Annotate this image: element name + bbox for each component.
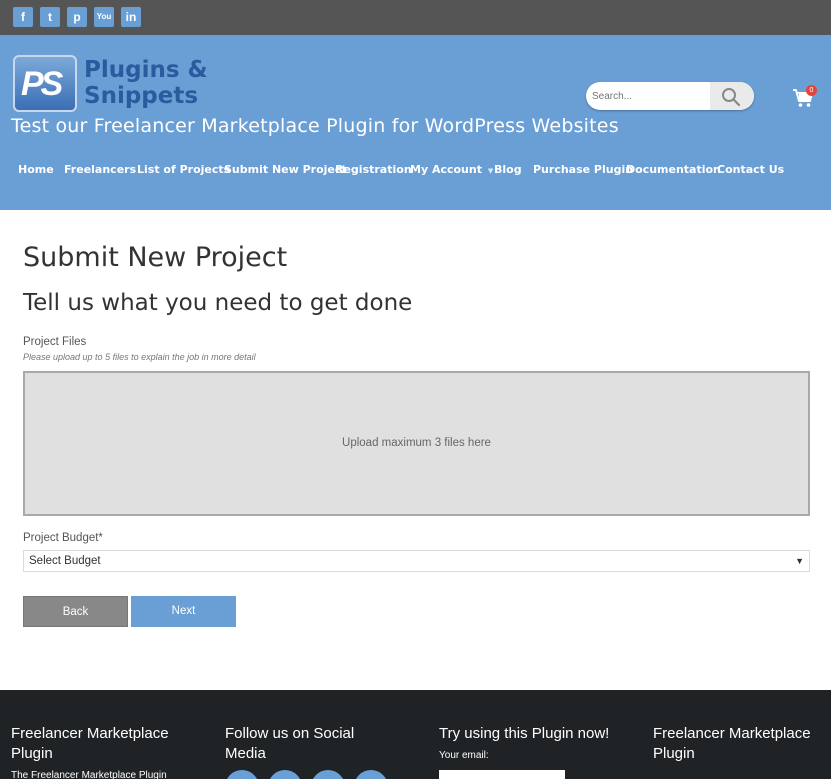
footer-email-input[interactable] [439,770,565,779]
logo[interactable]: PS [13,55,77,112]
site-header: PS Plugins & Snippets Test our Freelance… [0,35,831,210]
project-budget-label: Project Budget* [23,532,103,544]
search-icon [722,88,741,107]
search-input[interactable] [592,86,710,106]
logo-mark: PS [21,65,63,103]
nav-my-account-label: My Account [410,163,482,176]
nav-registration[interactable]: Registration [335,163,412,176]
footer-col4-title: Freelancer Marketplace Plugin [653,725,811,762]
project-files-label: Project Files [23,336,87,348]
search-box [586,82,754,110]
pinterest-icon[interactable]: p [67,7,87,27]
cart-count-badge: 0 [806,85,817,96]
facebook-icon[interactable]: f [13,7,33,27]
project-files-hint: Please upload up to 5 files to explain t… [23,352,256,362]
footer-col1-text: The Freelancer Marketplace Plugin [11,770,167,779]
dropzone-text: Upload maximum 3 files here [342,437,491,449]
file-upload-dropzone[interactable]: Upload maximum 3 files here [23,371,810,516]
linkedin-icon[interactable]: in [121,7,141,27]
search-button[interactable] [710,82,754,110]
site-footer: Freelancer Marketplace Plugin The Freela… [0,690,831,779]
nav-freelancers[interactable]: Freelancers [64,163,136,176]
next-button[interactable]: Next [131,596,236,627]
project-budget-select[interactable]: Select Budget ▼ [23,550,810,572]
chevron-down-icon: ▼ [487,167,494,175]
nav-my-account[interactable]: My Account ▼ [410,163,493,176]
back-button[interactable]: Back [23,596,128,627]
nav-submit-new-project[interactable]: Submit New Project [224,163,347,176]
caret-down-icon: ▼ [795,556,804,566]
nav-blog[interactable]: Blog [494,163,522,176]
twitter-icon[interactable]: t [40,7,60,27]
footer-twitter-icon[interactable] [268,770,302,779]
footer-facebook-icon[interactable] [225,770,259,779]
footer-col2-title: Follow us on Social Media [225,725,355,762]
nav-list-of-projects[interactable]: List of Projects [137,163,230,176]
budget-selected-value: Select Budget [29,555,101,567]
site-tagline: Test our Freelancer Marketplace Plugin f… [11,115,619,137]
nav-documentation[interactable]: Documentation [626,163,721,176]
footer-email-label: Your email: [439,750,489,761]
footer-col3-title: Try using this Plugin now! [439,725,610,742]
footer-youtube-icon[interactable] [354,770,388,779]
nav-contact-us[interactable]: Contact Us [717,163,784,176]
logo-line-2: Snippets [84,83,199,109]
logo-text[interactable]: Plugins & Snippets [84,57,208,109]
footer-col1-title: Freelancer Marketplace Plugin [11,725,169,762]
nav-purchase-plugin[interactable]: Purchase Plugin [533,163,633,176]
footer-pinterest-icon[interactable] [311,770,345,779]
logo-line-1: Plugins & [84,57,208,83]
nav-home[interactable]: Home [18,163,54,176]
youtube-icon[interactable]: You [94,7,114,27]
main-navigation: Home Freelancers List of Projects Submit… [0,163,831,179]
section-title: Tell us what you need to get done [23,290,413,316]
page-title: Submit New Project [23,242,288,273]
social-bar: f t p You in [0,0,831,35]
